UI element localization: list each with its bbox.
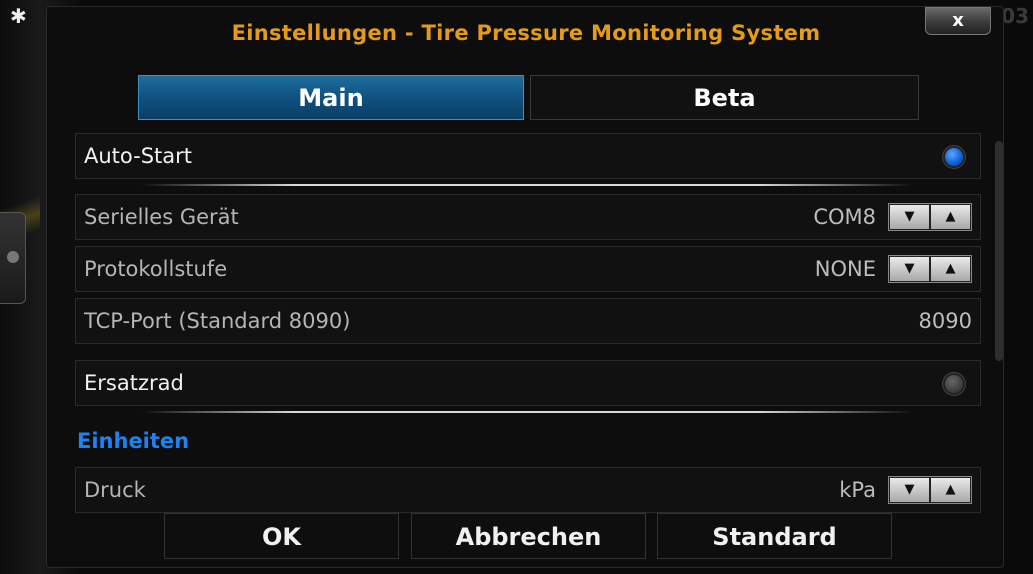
spare-wheel-toggle[interactable] bbox=[940, 370, 968, 398]
chevron-up-icon[interactable]: ▲ bbox=[930, 204, 971, 230]
separator bbox=[141, 411, 913, 413]
log-level-value: NONE bbox=[814, 257, 876, 281]
dialog-title: Einstellungen - Tire Pressure Monitoring… bbox=[231, 21, 821, 45]
log-level-stepper: ▼ ▲ bbox=[888, 255, 972, 283]
serial-device-stepper: ▼ ▲ bbox=[888, 203, 972, 231]
tcp-port-value[interactable]: 8090 bbox=[919, 299, 972, 343]
serial-device-label: Serielles Gerät bbox=[84, 205, 239, 229]
chevron-down-icon[interactable]: ▼ bbox=[889, 204, 930, 230]
serial-device-value: COM8 bbox=[813, 205, 876, 229]
autostart-row[interactable]: Auto-Start bbox=[75, 133, 981, 179]
pressure-label: Druck bbox=[84, 478, 146, 502]
separator bbox=[141, 184, 913, 186]
autostart-toggle[interactable] bbox=[940, 143, 968, 171]
cancel-button[interactable]: Abbrechen bbox=[411, 513, 646, 559]
chevron-down-icon[interactable]: ▼ bbox=[889, 256, 930, 282]
chevron-up-icon[interactable]: ▲ bbox=[930, 256, 971, 282]
tcp-port-row[interactable]: TCP-Port (Standard 8090) 8090 bbox=[75, 298, 981, 344]
ok-button[interactable]: OK bbox=[164, 513, 399, 559]
close-button[interactable]: x bbox=[925, 7, 991, 35]
spare-wheel-label: Ersatzrad bbox=[84, 371, 184, 395]
log-level-row[interactable]: Protokollstufe NONE ▼ ▲ bbox=[75, 246, 981, 292]
pressure-value: kPa bbox=[839, 478, 876, 502]
side-menu-handle[interactable] bbox=[0, 212, 26, 304]
tcp-port-label: TCP-Port (Standard 8090) bbox=[84, 309, 351, 333]
handle-dot-icon bbox=[7, 251, 19, 263]
section-heading-units: Einheiten bbox=[77, 429, 190, 453]
settings-dialog: Einstellungen - Tire Pressure Monitoring… bbox=[46, 6, 1004, 568]
default-button[interactable]: Standard bbox=[657, 513, 892, 559]
autostart-label: Auto-Start bbox=[84, 144, 193, 168]
tab-main[interactable]: Main bbox=[138, 75, 524, 120]
puzzle-icon: ✱ bbox=[10, 4, 27, 28]
spare-wheel-row[interactable]: Ersatzrad bbox=[75, 360, 981, 406]
pressure-row[interactable]: Druck kPa ▼ ▲ bbox=[75, 467, 981, 513]
chevron-down-icon[interactable]: ▼ bbox=[889, 477, 930, 503]
chevron-up-icon[interactable]: ▲ bbox=[930, 477, 971, 503]
scrollbar[interactable] bbox=[995, 141, 1003, 361]
log-level-label: Protokollstufe bbox=[84, 257, 228, 281]
pressure-stepper: ▼ ▲ bbox=[888, 476, 972, 504]
tab-beta[interactable]: Beta bbox=[530, 75, 919, 120]
serial-device-row[interactable]: Serielles Gerät COM8 ▼ ▲ bbox=[75, 194, 981, 240]
